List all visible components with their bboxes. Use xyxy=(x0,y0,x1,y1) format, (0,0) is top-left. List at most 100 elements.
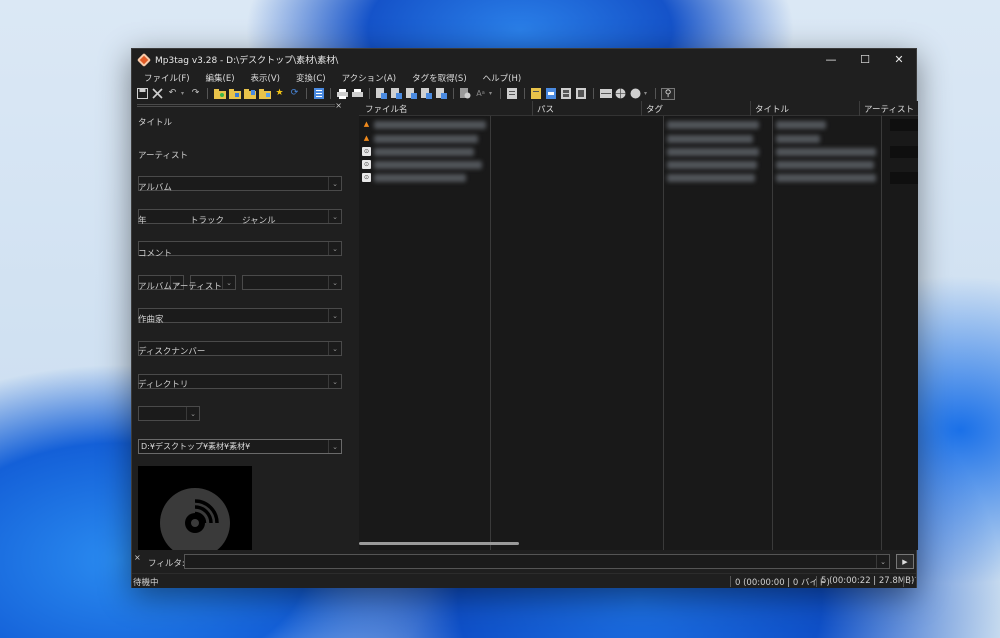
tag-panel-grip[interactable] xyxy=(137,104,335,107)
column-title-label: タイトル xyxy=(755,104,790,115)
column-artist[interactable]: アーティスト xyxy=(860,101,918,116)
genre-combo[interactable]: ⌄ xyxy=(242,275,342,290)
actions-dropdown-icon[interactable]: ▾ xyxy=(489,90,495,97)
column-filename[interactable]: ファイル名 ^ xyxy=(359,101,533,116)
filter-close-icon[interactable]: × xyxy=(134,553,141,562)
title-bar: Mp3tag v3.28 - D:\デスクトップ\素材\素材\ — ☐ ✕ xyxy=(132,49,916,70)
maximize-button[interactable]: ☐ xyxy=(848,49,882,70)
menu-convert[interactable]: 変換(C) xyxy=(288,72,334,84)
column-artist-label: アーティスト xyxy=(864,104,914,115)
menu-view[interactable]: 表示(V) xyxy=(243,72,288,84)
table-row[interactable]: ⊙ xyxy=(359,172,918,184)
mp3tag-window: Mp3tag v3.28 - D:\デスクトップ\素材\素材\ — ☐ ✕ ファ… xyxy=(131,48,918,588)
toolbar-separator xyxy=(207,88,208,99)
chevron-down-icon[interactable]: ⌄ xyxy=(186,407,199,420)
menu-help[interactable]: ヘルプ(H) xyxy=(475,72,530,84)
web-dropdown-icon[interactable]: ▾ xyxy=(644,90,650,97)
playlist-icon[interactable] xyxy=(599,88,612,100)
menu-actions[interactable]: アクション(A) xyxy=(334,72,405,84)
change-directory-icon[interactable] xyxy=(213,88,226,100)
column-filename-label: ファイル名 xyxy=(365,104,408,115)
minimize-button[interactable]: — xyxy=(814,49,848,70)
artist-combo[interactable]: ⌄ xyxy=(138,209,342,224)
column-tag[interactable]: タグ xyxy=(642,101,751,116)
table-row[interactable]: ▲ xyxy=(359,119,918,131)
menu-bar: ファイル(F) 編集(E) 表示(V) 変換(C) アクション(A) タグを取得… xyxy=(132,70,916,85)
text-file-tag-icon[interactable] xyxy=(420,88,433,100)
redo-icon[interactable]: ↷ xyxy=(189,88,202,100)
menu-tag-sources[interactable]: タグを取得(S) xyxy=(404,72,475,84)
menu-file[interactable]: ファイル(F) xyxy=(136,72,198,84)
chevron-down-icon[interactable]: ⌄ xyxy=(328,342,341,355)
actions-icon[interactable] xyxy=(459,88,472,100)
title-label: タイトル xyxy=(138,118,173,128)
undo-dropdown-icon[interactable]: ▾ xyxy=(181,90,187,97)
case-conversion-icon[interactable]: Aa xyxy=(474,88,487,100)
refresh-icon[interactable]: ⟳ xyxy=(288,88,301,100)
comment-combo[interactable]: ⌄ xyxy=(138,308,342,323)
chevron-down-icon[interactable]: ⌄ xyxy=(876,555,889,568)
filter-input[interactable]: ⌄ xyxy=(184,554,890,569)
window-title: Mp3tag v3.28 - D:\デスクトップ\素材\素材\ xyxy=(155,56,339,66)
musicbrainz-icon[interactable] xyxy=(545,88,558,100)
star-icon[interactable]: ★ xyxy=(273,88,286,100)
chevron-down-icon[interactable]: ⌄ xyxy=(328,210,341,223)
toolbar-separator xyxy=(306,88,307,99)
folder-icon[interactable] xyxy=(243,88,256,100)
chevron-down-icon[interactable]: ⌄ xyxy=(328,276,341,289)
status-bar: 待機中 0 (00:00:00 | 0 バイト) 5 (00:00:22 | 2… xyxy=(132,573,917,588)
close-button[interactable]: ✕ xyxy=(882,49,916,70)
freedb-icon[interactable] xyxy=(575,88,588,100)
disc-number-combo[interactable]: ⌄ xyxy=(138,406,200,421)
menu-edit[interactable]: 編集(E) xyxy=(198,72,243,84)
filter-label: フィルタ: xyxy=(148,559,185,569)
tag-panel-close-icon[interactable]: × xyxy=(335,101,342,110)
web-icon[interactable] xyxy=(614,88,627,100)
sphere-icon[interactable] xyxy=(629,88,642,100)
chevron-down-icon[interactable]: ⌄ xyxy=(328,177,341,190)
chevron-down-icon[interactable]: ⌄ xyxy=(328,309,341,322)
status-text: 待機中 xyxy=(133,578,159,588)
add-directory-icon[interactable] xyxy=(228,88,241,100)
directory-combo[interactable]: D:¥デスクトップ¥素材¥素材¥ ⌄ xyxy=(138,439,342,454)
status-separator xyxy=(816,576,817,587)
toolbar-separator xyxy=(330,88,331,99)
table-row[interactable]: ⊙ xyxy=(359,146,918,158)
toolbar-separator xyxy=(453,88,454,99)
chevron-down-icon[interactable]: ⌄ xyxy=(328,242,341,255)
column-title[interactable]: タイトル xyxy=(751,101,860,116)
column-path[interactable]: パス xyxy=(533,101,642,116)
resize-grip-icon[interactable]: ⋰ xyxy=(908,576,917,586)
horizontal-scrollbar[interactable] xyxy=(359,542,519,545)
toolbar-separator xyxy=(593,88,594,99)
chevron-down-icon[interactable]: ⌄ xyxy=(328,440,341,453)
table-row[interactable]: ⊙ xyxy=(359,159,918,171)
table-row[interactable]: ▲ xyxy=(359,133,918,145)
print-icon[interactable] xyxy=(336,88,349,100)
export-icon[interactable] xyxy=(351,88,364,100)
panel-splitter[interactable] xyxy=(346,102,359,550)
mp3tag-app-icon xyxy=(136,52,152,67)
delete-icon[interactable] xyxy=(151,88,164,100)
filename-tag-icon[interactable] xyxy=(390,88,403,100)
select-all-icon[interactable] xyxy=(312,88,325,100)
save-icon[interactable] xyxy=(136,88,149,100)
tag-sources-icon[interactable] xyxy=(530,88,543,100)
discogs-icon[interactable] xyxy=(560,88,573,100)
tag-tag-icon[interactable] xyxy=(435,88,448,100)
tag-filename-icon[interactable] xyxy=(375,88,388,100)
edit-note-icon[interactable] xyxy=(506,88,519,100)
album-artist-label: アルバムアーティスト xyxy=(138,282,222,292)
undo-icon[interactable]: ↶ xyxy=(166,88,179,100)
artist-label: アーティスト xyxy=(138,151,188,161)
favorite-folder-icon[interactable] xyxy=(258,88,271,100)
filter-apply-button[interactable]: ▶ xyxy=(896,554,914,569)
filename-filename-icon[interactable] xyxy=(405,88,418,100)
disc-number-label: ディスクナンバー xyxy=(138,347,206,357)
toolbar: ↶ ▾ ↷ ★ ⟳ A a ▾ ▾ ⚲ xyxy=(136,86,675,101)
toolbar-separator xyxy=(524,88,525,99)
search-icon[interactable]: ⚲ xyxy=(661,87,675,100)
chevron-down-icon[interactable]: ⌄ xyxy=(222,276,235,289)
audio-file-icon: ⊙ xyxy=(362,173,371,182)
chevron-down-icon[interactable]: ⌄ xyxy=(328,375,341,388)
